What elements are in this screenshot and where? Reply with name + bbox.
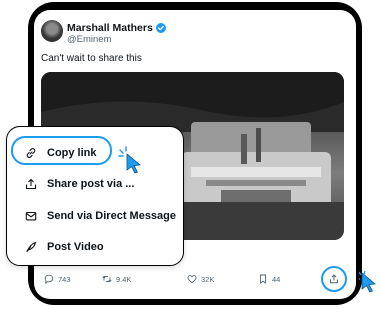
reply-icon	[44, 274, 54, 284]
like-button[interactable]: 32K	[187, 274, 214, 284]
menu-item-post-video[interactable]: Post Video	[7, 232, 185, 262]
menu-item-label: Share post via ...	[47, 178, 135, 190]
share-icon	[329, 274, 339, 284]
tweet-text: Can't wait to share this	[41, 53, 142, 64]
pointer-cursor-icon	[359, 271, 379, 293]
reply-button[interactable]: 743	[44, 274, 71, 284]
repost-button[interactable]: 9.4K	[102, 274, 131, 284]
share-button[interactable]	[321, 266, 347, 292]
feather-icon	[25, 241, 37, 253]
menu-item-share-post[interactable]: Share post via ...	[7, 169, 185, 199]
copy-link-highlight	[11, 136, 112, 165]
share-icon	[25, 178, 37, 190]
bookmark-button[interactable]: 44	[258, 274, 280, 284]
repost-count: 9.4K	[116, 274, 132, 284]
menu-item-direct-message[interactable]: Send via Direct Message	[7, 201, 185, 231]
heart-icon	[187, 274, 197, 284]
bookmark-count: 44	[272, 274, 281, 284]
author-name[interactable]: Marshall Mathers	[67, 22, 153, 34]
repost-icon	[102, 274, 112, 284]
verified-badge-icon	[155, 23, 166, 33]
bookmark-icon	[258, 274, 268, 284]
author-row: Marshall Mathers	[67, 22, 166, 34]
like-count: 32K	[201, 274, 215, 284]
author-handle[interactable]: @Eminem	[67, 34, 112, 45]
tweet-action-bar: 743 9.4K 32K 44	[44, 274, 344, 288]
menu-item-label: Send via Direct Message	[47, 210, 177, 222]
mail-icon	[25, 210, 37, 222]
menu-item-label: Post Video	[47, 241, 104, 253]
avatar[interactable]	[41, 20, 63, 42]
pointer-cursor-icon	[118, 146, 141, 174]
reply-count: 743	[58, 274, 71, 284]
